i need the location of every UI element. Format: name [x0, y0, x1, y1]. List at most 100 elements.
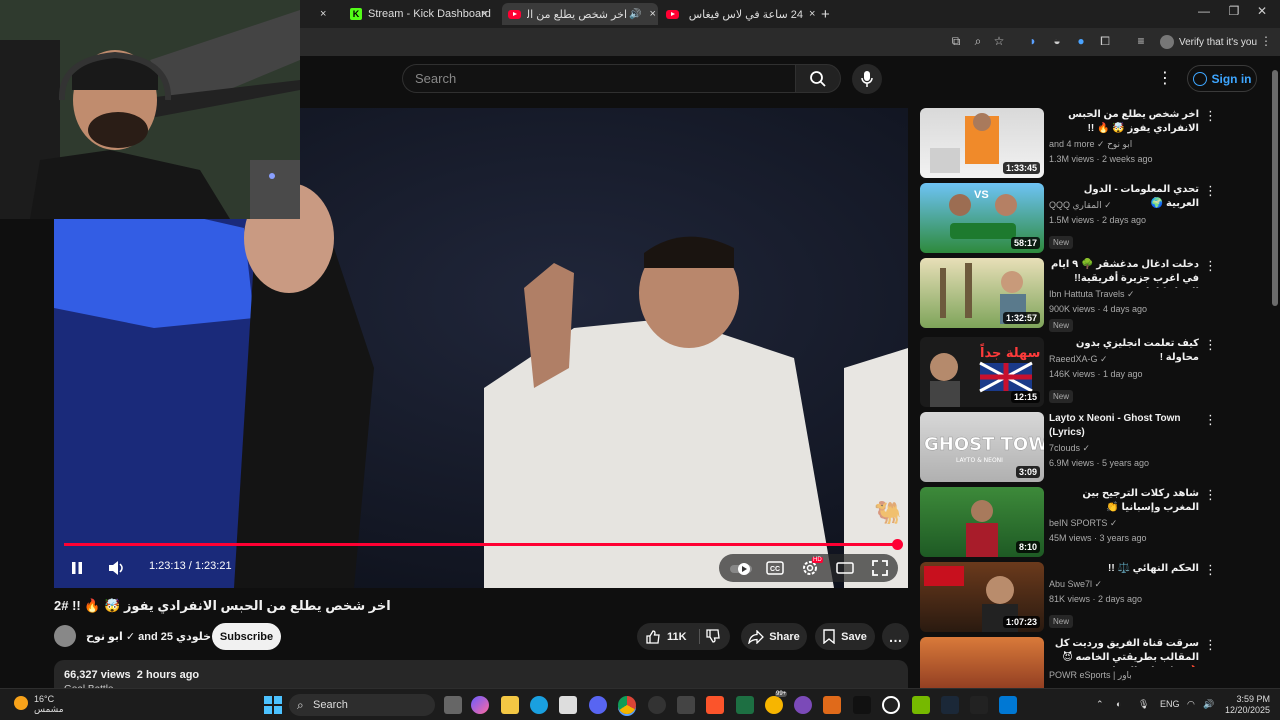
video-thumbnail[interactable] — [920, 637, 1044, 688]
speaker-icon[interactable]: 🔊 — [1203, 699, 1214, 710]
video-thumbnail[interactable]: 1:33:45 — [920, 108, 1044, 178]
language-indicator[interactable]: ENG — [1160, 699, 1180, 709]
minimize-button[interactable]: — — [1194, 4, 1214, 18]
volume-button[interactable] — [106, 557, 128, 579]
recommendation-channel[interactable]: RaeedXA-G ✓ — [1049, 354, 1108, 365]
settings-menu-button[interactable]: ⋮ — [1155, 68, 1175, 88]
share-button[interactable]: Share — [741, 623, 807, 650]
media-control-icon[interactable]: ≡ — [1133, 34, 1149, 48]
voice-search-button[interactable] — [852, 64, 882, 94]
search-input[interactable] — [403, 65, 795, 92]
progress-bar-fill[interactable] — [64, 543, 898, 546]
recommendation-menu-button[interactable]: ⋮ — [1204, 337, 1217, 353]
recommendation-channel[interactable]: QQQ المقاري ✓ — [1049, 200, 1112, 211]
tab-close-icon[interactable]: × — [481, 3, 495, 25]
recommendation-title[interactable]: الحكم النهائي ⚖️ !! — [1049, 562, 1199, 576]
install-app-icon[interactable]: ⧉ — [948, 34, 964, 49]
video-thumbnail[interactable]: سهلة جداً 12:15 — [920, 337, 1044, 407]
discord-icon[interactable] — [589, 696, 607, 714]
tab-close-icon[interactable]: × — [320, 3, 338, 25]
recommendation-menu-button[interactable]: ⋮ — [1204, 258, 1217, 274]
speaker-icon[interactable]: 🔊 — [629, 9, 641, 20]
recommendation-title[interactable]: سرقت قناة الفريق ورديت كل المقالب بطريقت… — [1049, 637, 1199, 667]
recommendation-item[interactable]: سهلة جداً 12:15 كيف تعلمت انجليزي بدون م… — [920, 337, 1268, 407]
channel-watermark[interactable]: 🐫 — [874, 500, 901, 526]
system-clock[interactable]: 3:59 PM 12/20/2025 — [1218, 694, 1270, 716]
browser-menu-icon[interactable]: ⋮ — [1258, 34, 1274, 48]
autoplay-toggle[interactable] — [730, 558, 754, 580]
puzzle-icon[interactable]: ⧠ — [1097, 34, 1113, 49]
more-actions-button[interactable]: … — [882, 623, 909, 650]
recommendation-item[interactable]: 1:07:23 الحكم النهائي ⚖️ !! Abu Swe7l ✓ … — [920, 562, 1268, 632]
recommendation-title[interactable]: اخر شخص يطلع من الحبس الانفرادي يفوز 🤯 🔥… — [1049, 108, 1199, 136]
video-thumbnail[interactable]: 1:32:57 — [920, 258, 1044, 328]
recommendation-channel[interactable]: and 4 more ✓ ابو نوح — [1049, 139, 1132, 150]
vlc-icon[interactable] — [823, 696, 841, 714]
settings-button[interactable]: HD — [799, 557, 823, 579]
recommendation-title[interactable]: دخلت ادغال مدغشقر 🌳 ٩ ايام في اغرب جزيرة… — [1049, 258, 1199, 288]
extension-icon[interactable]: ◒ — [1049, 34, 1065, 48]
recommendation-channel[interactable]: 7clouds ✓ — [1049, 443, 1090, 454]
chat-app-icon[interactable]: 99+ — [765, 691, 788, 714]
save-button[interactable]: Save — [815, 623, 875, 650]
tab-youtube-active[interactable]: اخر شخص يطلع من الحبس ال 🔊 × — [502, 3, 658, 25]
app-icon[interactable] — [882, 696, 900, 714]
recommendation-channel[interactable]: Abu Swe7l ✓ — [1049, 579, 1102, 590]
sign-in-button[interactable]: Sign in — [1187, 65, 1257, 92]
wifi-icon[interactable]: ◠ — [1187, 699, 1195, 710]
subscribe-button[interactable]: Subscribe — [212, 623, 281, 650]
recommendation-channel[interactable]: Ibn Hattuta Travels ✓ — [1049, 289, 1135, 300]
recommendation-title[interactable]: شاهد ركلات الترجيح بين المغرب وإسبانيا 👏 — [1049, 487, 1199, 515]
tray-expand-icon[interactable]: ⌃ — [1096, 699, 1104, 710]
file-explorer-icon[interactable] — [501, 696, 519, 714]
like-button[interactable]: 11K — [645, 629, 687, 645]
recommendation-item[interactable]: 1:32:57 دخلت ادغال مدغشقر 🌳 ٩ ايام في اغ… — [920, 258, 1268, 332]
pause-button[interactable] — [66, 557, 88, 579]
recommendation-item[interactable]: سرقت قناة الفريق ورديت كل المقالب بطريقت… — [920, 637, 1268, 688]
captions-button[interactable]: CC — [764, 557, 786, 579]
recommendation-menu-button[interactable]: ⋮ — [1204, 637, 1217, 653]
recommendation-item[interactable]: GHOST TOWN LAYTO & NEONI 3:09 Layto x Neo… — [920, 412, 1268, 482]
fullscreen-button[interactable] — [869, 557, 891, 579]
tab-youtube-vegas[interactable]: 24 ساعة في لاس فيغاس ( صدمة × — [666, 3, 816, 25]
recommendation-menu-button[interactable]: ⋮ — [1204, 487, 1217, 503]
channel-name[interactable]: ابو نوح ✓ and 25 خلودي — [86, 630, 211, 643]
nvidia-icon[interactable] — [912, 696, 930, 714]
profile-button[interactable]: Verify that it's you — [1160, 33, 1257, 51]
tab-close-icon[interactable]: × — [649, 8, 655, 20]
task-view-icon[interactable] — [444, 696, 462, 714]
recommendation-menu-button[interactable]: ⋮ — [1204, 183, 1217, 199]
brave-icon[interactable] — [706, 696, 724, 714]
recommendation-channel[interactable]: POWR eSports | باور — [1049, 670, 1132, 681]
steam-icon[interactable] — [941, 696, 959, 714]
obs-icon[interactable] — [648, 696, 666, 714]
tiktok-icon[interactable] — [853, 696, 871, 714]
recommendation-item[interactable]: 8:10 شاهد ركلات الترجيح بين المغرب وإسبا… — [920, 487, 1268, 557]
zoom-icon[interactable]: ⌕ — [970, 34, 986, 49]
recommendation-channel[interactable]: beIN SPORTS ✓ — [1049, 518, 1117, 529]
video-thumbnail[interactable]: GHOST TOWN LAYTO & NEONI 3:09 — [920, 412, 1044, 482]
chrome-icon[interactable] — [618, 696, 636, 714]
store-icon[interactable] — [559, 696, 577, 714]
recommendation-item[interactable]: VS 58:17 تحدي المعلومات - الدول العربية … — [920, 183, 1268, 253]
search-field[interactable] — [402, 64, 795, 93]
scrollbar-thumb[interactable] — [1272, 70, 1278, 306]
maximize-button[interactable]: ❐ — [1224, 4, 1244, 18]
extension-icon[interactable]: ◗ — [1025, 34, 1041, 48]
recommendation-menu-button[interactable]: ⋮ — [1204, 412, 1217, 428]
channel-avatar[interactable] — [54, 625, 76, 647]
excel-icon[interactable] — [736, 696, 754, 714]
app-icon[interactable] — [970, 696, 988, 714]
star-icon[interactable]: ☆ — [991, 34, 1007, 48]
windows-start-icon[interactable] — [264, 696, 282, 714]
microphone-icon[interactable]: 🎙 — [1138, 699, 1149, 710]
app-icon[interactable] — [794, 696, 812, 714]
recommendation-menu-button[interactable]: ⋮ — [1204, 108, 1217, 124]
tab-kick-dashboard[interactable]: K Stream - Kick Dashboard — [350, 3, 500, 25]
capcut-icon[interactable] — [677, 696, 695, 714]
weather-widget[interactable]: 16°C مشمس — [14, 694, 64, 714]
dislike-button[interactable] — [705, 628, 721, 647]
tab-close-icon[interactable]: × — [809, 8, 815, 20]
extension-icon[interactable]: ● — [1073, 34, 1089, 48]
tray-app-icon[interactable]: ◐ — [1116, 699, 1121, 709]
